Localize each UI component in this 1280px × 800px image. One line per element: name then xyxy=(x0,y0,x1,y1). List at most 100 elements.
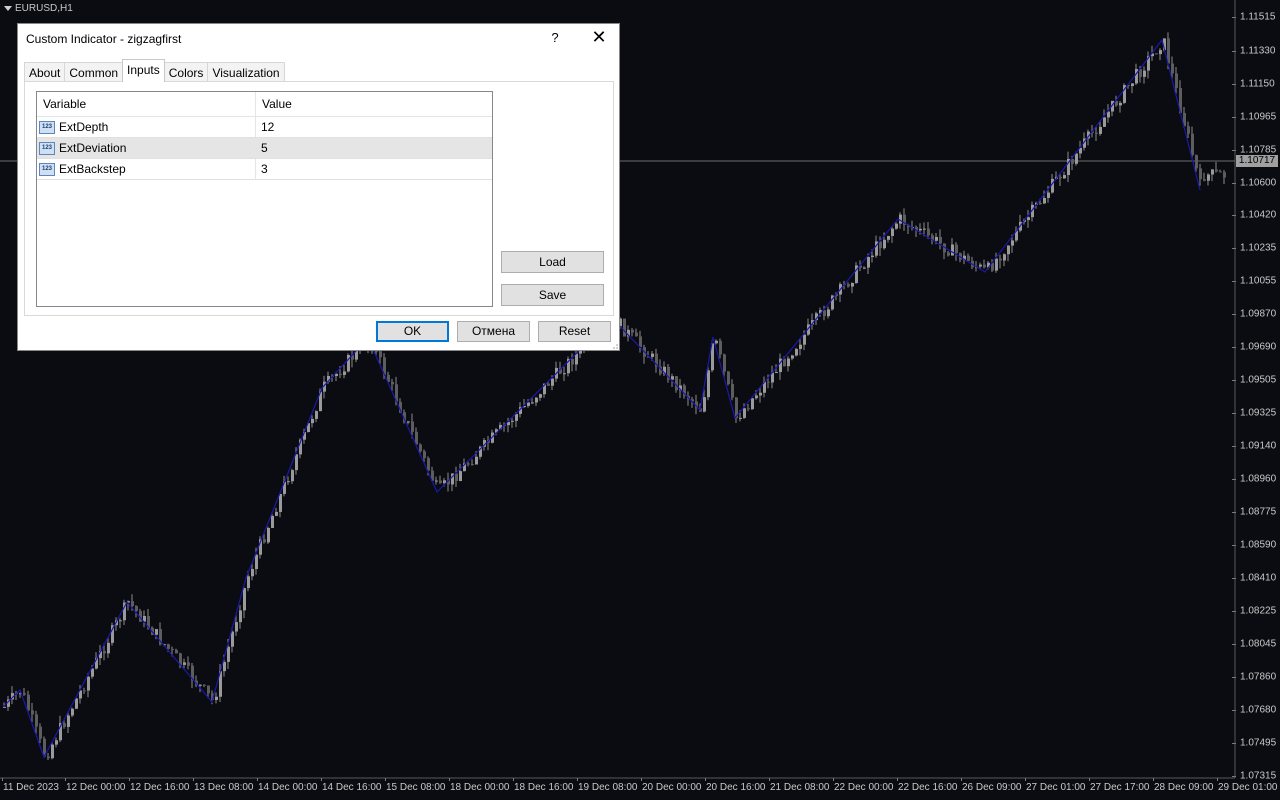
price-tick-mark xyxy=(1232,51,1236,52)
price-tick-mark xyxy=(1232,479,1236,480)
candle-body xyxy=(1003,254,1006,261)
price-tick-mark xyxy=(1232,446,1236,447)
candle-body xyxy=(155,629,158,635)
time-tick-label: 14 Dec 00:00 xyxy=(258,782,318,793)
time-tick-label: 20 Dec 16:00 xyxy=(706,782,766,793)
candle-body xyxy=(1207,174,1210,181)
candle-body xyxy=(295,454,298,471)
help-icon[interactable]: ? xyxy=(548,30,562,45)
candle-body xyxy=(1039,202,1042,204)
dialog-titlebar[interactable]: Custom Indicator - zigzagfirst ? ✕ xyxy=(18,24,619,53)
candle-body xyxy=(243,588,246,611)
candle-body xyxy=(767,381,770,383)
time-tick-label: 22 Dec 00:00 xyxy=(834,782,894,793)
candle-body xyxy=(823,310,826,317)
candle-body xyxy=(475,456,478,465)
candle-body xyxy=(995,258,998,271)
candle-body xyxy=(751,398,754,410)
table-row[interactable]: 123 ExtBackstep 3 xyxy=(37,159,492,180)
price-tick-mark xyxy=(1232,611,1236,612)
price-tick-mark xyxy=(1232,150,1236,151)
price-tick-mark xyxy=(1232,215,1236,216)
candle-body xyxy=(707,370,710,398)
candle-body xyxy=(175,649,178,654)
tab-colors[interactable]: Colors xyxy=(163,62,209,82)
candle-body xyxy=(1191,133,1194,156)
cancel-button[interactable]: Отмена xyxy=(457,321,530,342)
candle-body xyxy=(267,527,270,543)
candle-body xyxy=(867,256,870,268)
candle-body xyxy=(1211,169,1214,175)
candle-body xyxy=(107,642,110,654)
candle-body xyxy=(719,340,722,355)
table-row[interactable]: 123 ExtDepth 12 xyxy=(37,117,492,138)
price-tick-mark xyxy=(1232,644,1236,645)
close-icon[interactable]: ✕ xyxy=(590,27,608,48)
candle-body xyxy=(39,726,42,739)
resize-grip-icon[interactable] xyxy=(610,341,618,349)
candle-body xyxy=(135,606,138,611)
candle-body xyxy=(251,569,254,577)
tab-about[interactable]: About xyxy=(24,62,66,82)
candle-body xyxy=(631,329,634,333)
candle-body xyxy=(775,372,778,374)
candle-body xyxy=(1043,197,1046,204)
tab-visualization[interactable]: Visualization xyxy=(207,62,285,82)
candle-body xyxy=(1159,50,1162,55)
price-tick-label: 1.08410 xyxy=(1240,572,1277,584)
candle-body xyxy=(787,358,790,367)
candle-body xyxy=(947,252,950,256)
candle-body xyxy=(187,662,190,666)
time-tick-mark xyxy=(769,778,770,781)
candle-body xyxy=(919,228,922,231)
candle-body xyxy=(967,255,970,261)
load-button[interactable]: Load xyxy=(501,251,604,273)
chevron-down-icon[interactable] xyxy=(4,6,12,11)
price-tick-label: 1.11150 xyxy=(1240,78,1275,90)
candle-body xyxy=(119,620,122,622)
time-tick-mark xyxy=(641,778,642,781)
candle-body xyxy=(1219,171,1222,173)
candle-body xyxy=(883,239,886,249)
price-tick-label: 1.10600 xyxy=(1240,177,1277,189)
time-tick-mark xyxy=(577,778,578,781)
candle-body xyxy=(563,373,566,375)
time-tick-mark xyxy=(321,778,322,781)
column-value[interactable]: Value xyxy=(256,92,292,116)
candle-body xyxy=(1155,53,1158,55)
time-tick-mark xyxy=(65,778,66,781)
candle-body xyxy=(759,392,762,396)
ok-button[interactable]: OK xyxy=(376,321,449,342)
candle-body xyxy=(743,408,746,418)
table-row[interactable]: 123 ExtDeviation 5 xyxy=(37,138,492,159)
price-tick-mark xyxy=(1232,545,1236,546)
column-variable[interactable]: Variable xyxy=(37,92,256,116)
time-tick-mark xyxy=(129,778,130,781)
time-tick-label: 12 Dec 16:00 xyxy=(130,782,190,793)
candle-body xyxy=(847,284,850,287)
price-tick-mark xyxy=(1232,512,1236,513)
candle-body xyxy=(411,421,414,432)
time-tick-label: 18 Dec 00:00 xyxy=(450,782,510,793)
tab-common[interactable]: Common xyxy=(64,62,124,82)
param-value[interactable]: 12 xyxy=(256,117,274,137)
symbol-label[interactable]: EURUSD,H1 xyxy=(4,3,73,14)
param-value[interactable]: 5 xyxy=(256,138,268,158)
time-tick-mark xyxy=(1217,778,1218,781)
param-value[interactable]: 3 xyxy=(256,159,268,179)
candle-body xyxy=(1223,172,1226,178)
tab-inputs[interactable]: Inputs xyxy=(122,59,165,82)
candle-body xyxy=(203,684,206,686)
candle-body xyxy=(1119,102,1122,106)
reset-button[interactable]: Reset xyxy=(538,321,611,342)
candle-body xyxy=(731,384,734,398)
candle-body xyxy=(27,694,30,711)
save-button[interactable]: Save xyxy=(501,284,604,306)
time-tick-mark xyxy=(2,778,3,781)
candle-body xyxy=(1199,168,1202,180)
param-name: ExtDeviation xyxy=(59,141,127,155)
candle-body xyxy=(703,397,706,412)
candle-body xyxy=(435,480,438,482)
candle-body xyxy=(791,355,794,359)
price-tick-label: 1.10420 xyxy=(1240,209,1277,221)
